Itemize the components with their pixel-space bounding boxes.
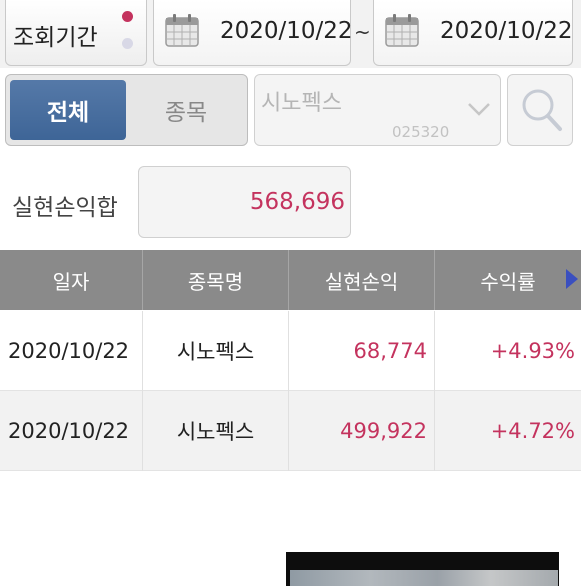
date-from-value: 2020/10/22 [220,18,353,44]
cell-realized-pnl: 499,922 [289,391,435,471]
stock-name: 시노펙스 [261,91,342,116]
period-indicator-inactive [122,38,133,49]
realized-pnl-total-value: 568,696 [249,189,345,215]
search-button[interactable] [507,74,573,146]
scope-all-button[interactable]: 전체 [10,80,126,140]
cell-date: 2020/10/22 [0,391,143,471]
column-header-return-rate[interactable]: 수익률 [435,250,581,310]
date-to-value: 2020/10/22 [440,18,573,44]
cell-stock-name: 시노펙스 [143,391,289,471]
cell-return-rate: +4.93% [490,339,575,363]
banner-photo [290,570,558,586]
table-row[interactable]: 2020/10/22 시노펙스 499,922 +4.72% [0,391,581,471]
calendar-icon [385,14,419,47]
chevron-down-icon [468,103,490,116]
realized-pnl-total-label: 실현손익합 [12,195,118,221]
stock-select-dropdown[interactable]: 시노펙스 025320 [254,74,501,146]
table-header: 일자 종목명 실현손익 수익률 [0,250,581,310]
filter-bar: 조회기간 2020/10/22 ~ 2020/10/22 [0,0,581,68]
table-row[interactable]: 2020/10/22 시노펙스 68,774 +4.93% [0,311,581,391]
date-from-field[interactable]: 2020/10/22 [153,0,353,66]
date-to-field[interactable]: 2020/10/22 [373,0,573,66]
column-header-date[interactable]: 일자 [0,250,143,310]
cell-date: 2020/10/22 [0,311,143,391]
calendar-icon [165,14,199,47]
scope-stock-button[interactable]: 종목 [130,80,242,140]
arrow-right-icon[interactable] [566,269,578,289]
date-separator: ~ [354,20,371,44]
ad-banner-image[interactable] [286,552,559,586]
cell-stock-name: 시노펙스 [143,311,289,391]
scope-segmented-control: 전체 종목 [5,74,248,146]
search-icon [522,89,562,131]
stock-code: 025320 [392,123,450,141]
period-indicator-active [122,11,133,22]
period-label: 조회기간 [13,25,98,51]
cell-realized-pnl: 68,774 [289,311,435,391]
realized-pnl-total-box: 568,696 [138,166,351,238]
column-header-stock-name[interactable]: 종목명 [143,250,289,310]
period-toggle-button[interactable]: 조회기간 [5,0,147,66]
cell-return-rate: +4.72% [490,419,575,443]
column-header-realized-pnl[interactable]: 실현손익 [289,250,435,310]
